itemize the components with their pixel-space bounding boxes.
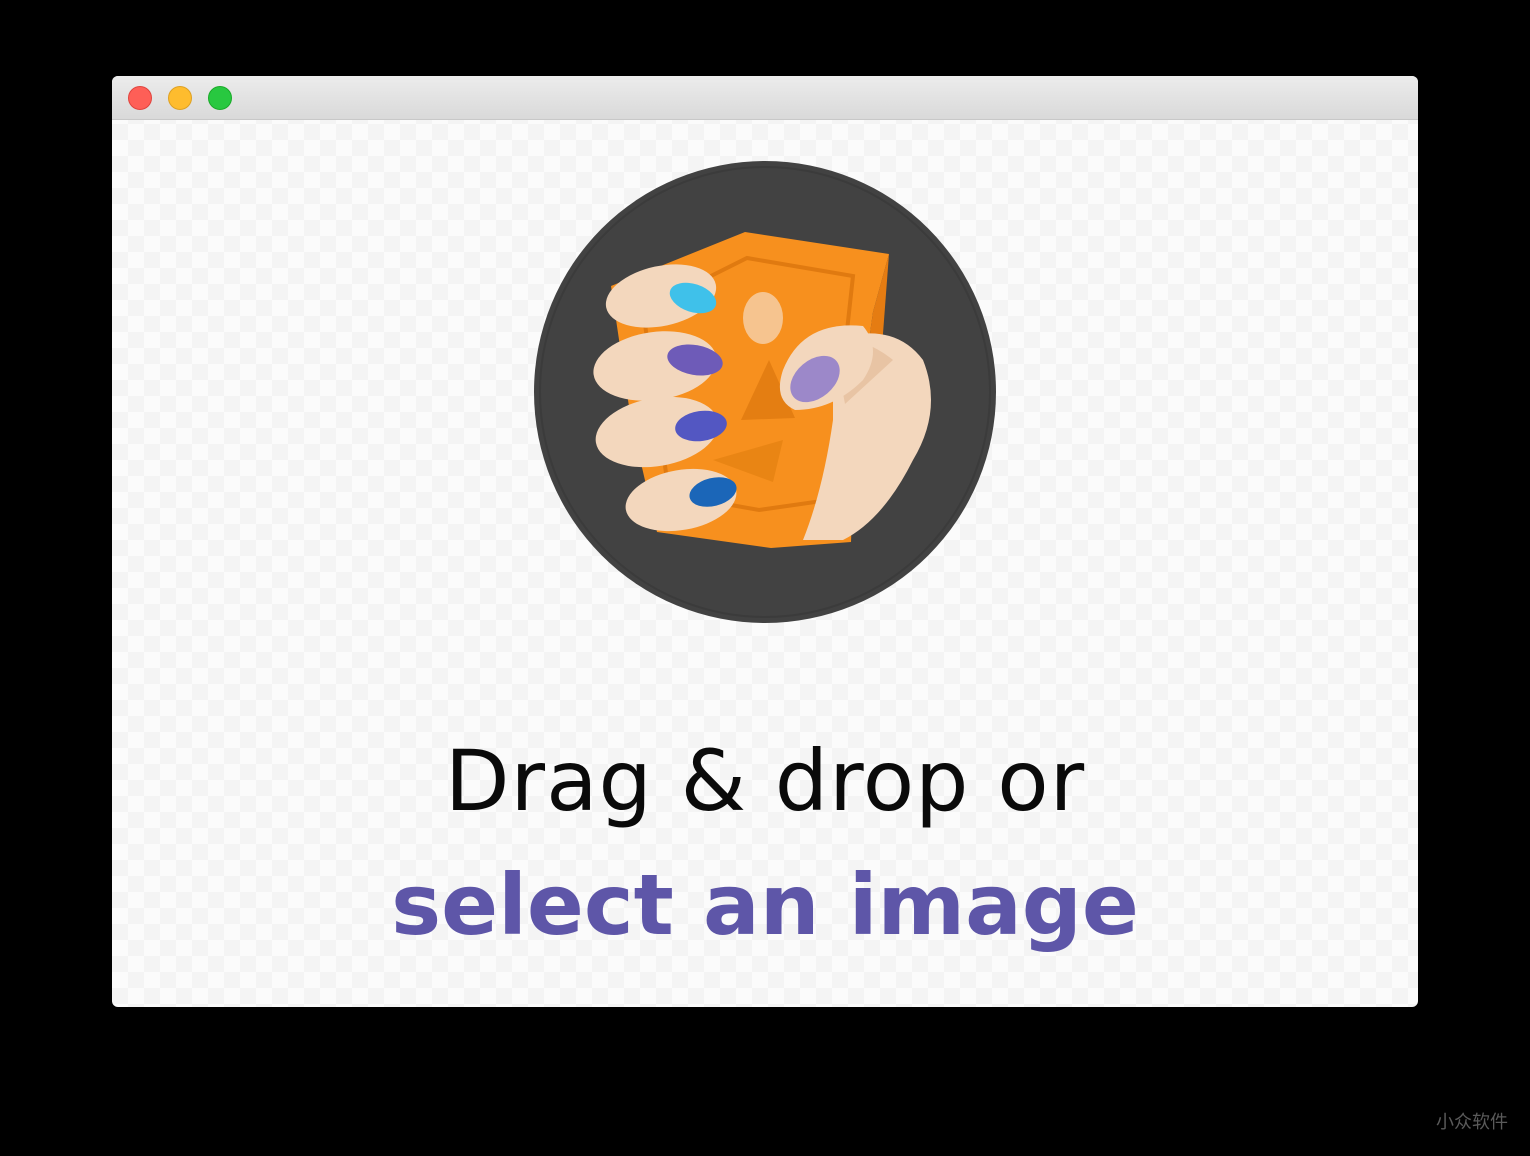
app-window: Drag & drop or select an image — [112, 76, 1418, 1007]
select-image-link[interactable]: select an image — [112, 856, 1418, 954]
hand-holding-money-icon[interactable] — [533, 160, 997, 624]
close-button[interactable] — [128, 86, 152, 110]
zoom-button[interactable] — [208, 86, 232, 110]
watermark: 小众软件 — [1436, 1112, 1508, 1133]
minimize-button[interactable] — [168, 86, 192, 110]
drop-instruction: Drag & drop or — [444, 732, 1086, 830]
title-bar[interactable] — [112, 76, 1418, 120]
